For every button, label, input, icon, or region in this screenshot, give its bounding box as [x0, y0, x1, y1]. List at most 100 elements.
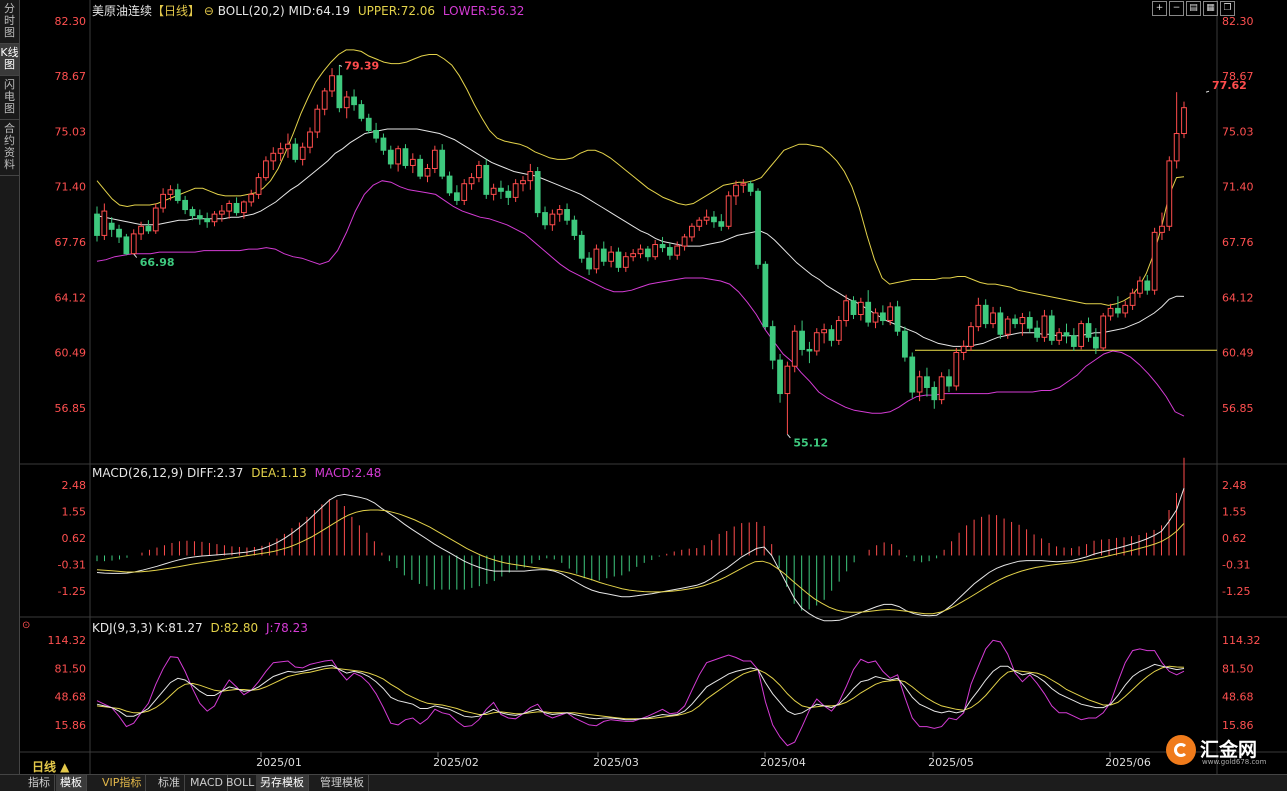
restore-icon[interactable]: ❐ — [1220, 1, 1235, 16]
bottom-tab-7[interactable]: 管理模板 — [316, 775, 369, 791]
annotation-leader — [133, 253, 138, 258]
candle-up — [549, 213, 556, 226]
candle-down — [1048, 315, 1055, 341]
candle-up — [689, 225, 695, 238]
candle-down — [534, 171, 541, 214]
candle-up — [476, 164, 482, 179]
y-tick-label-right: 48.68 — [1222, 691, 1254, 704]
candle-down — [909, 356, 916, 393]
candle-down — [196, 215, 203, 220]
candle-up — [791, 330, 798, 367]
candle-down — [755, 190, 761, 265]
period-button[interactable]: 日线 ▲ — [32, 758, 69, 775]
candle-down — [336, 75, 343, 109]
chart-toolbar: + − ▤ ▦ ❐ — [1152, 1, 1237, 20]
zoom-in-icon[interactable]: + — [1152, 1, 1167, 16]
layout-icon[interactable]: ▤ — [1186, 1, 1201, 16]
candle-up — [1181, 107, 1187, 135]
annotation-leader — [787, 433, 791, 439]
candle-up — [872, 312, 879, 323]
period-label: 【日线】 — [152, 4, 201, 18]
boll-upper-value: UPPER:72.06 — [357, 4, 436, 18]
candle-layer[interactable] — [94, 49, 1217, 435]
y-tick-label-left: 67.76 — [55, 236, 87, 249]
candle-up — [725, 195, 732, 227]
y-tick-label-left: 48.68 — [55, 691, 87, 704]
candle-up — [990, 312, 996, 325]
candle-up — [409, 158, 416, 166]
candle-up — [637, 248, 644, 255]
candle-up — [843, 300, 850, 322]
y-tick-label-right: 2.48 — [1222, 479, 1247, 492]
candle-up — [138, 225, 144, 235]
candle-up — [953, 351, 960, 387]
candle-up — [1159, 225, 1165, 233]
boll-mid-line — [96, 128, 1185, 347]
y-tick-label-left: 56.85 — [55, 402, 87, 415]
settings-icon[interactable]: ▦ — [1203, 1, 1218, 16]
candle-up — [630, 253, 637, 258]
bottom-tab-0[interactable]: 指标 — [24, 775, 55, 791]
y-tick-label-left: 15.86 — [55, 719, 87, 732]
kdj-layer[interactable] — [96, 639, 1185, 747]
kdj-name: KDJ(9,3,3) — [92, 621, 153, 635]
zoom-out-icon[interactable]: − — [1169, 1, 1184, 16]
bottom-tab-2[interactable]: VIP指标 — [98, 775, 147, 791]
kdj-header: KDJ(9,3,3) K:81.27 D:82.80 J:78.23 — [92, 621, 308, 635]
y-tick-label-left: 60.49 — [55, 347, 87, 360]
candle-down — [711, 216, 717, 223]
candle-down — [982, 304, 989, 325]
kdj-d-value: D:82.80 — [210, 621, 259, 635]
candle-down — [1092, 336, 1099, 349]
y-tick-label-left: 114.32 — [48, 634, 87, 647]
candle-up — [277, 148, 284, 154]
x-tick-label: 2025/01 — [256, 756, 302, 769]
candle-down — [402, 148, 409, 166]
y-tick-label-right: -1.25 — [1222, 585, 1250, 598]
candle-up — [593, 248, 600, 270]
candle-down — [123, 236, 130, 255]
candle-up — [1100, 315, 1107, 349]
candle-down — [644, 248, 651, 258]
y-tick-label-left: 64.12 — [55, 291, 87, 304]
candle-up — [938, 376, 945, 401]
candle-up — [255, 177, 262, 195]
annotation-label: 55.12 — [793, 436, 828, 449]
x-tick-label: 2025/02 — [433, 756, 479, 769]
bottom-tab-3[interactable]: 标准 — [154, 775, 185, 791]
candle-up — [835, 320, 842, 341]
logo-icon — [1166, 735, 1196, 765]
annotation-label: 77.62 — [1212, 79, 1247, 92]
candle-down — [600, 248, 607, 262]
candle-down — [483, 164, 490, 195]
macd-dea-line — [96, 509, 1185, 615]
target-icon[interactable]: ⊙ — [22, 620, 30, 631]
candle-down — [116, 228, 122, 238]
y-tick-label-right: 75.03 — [1222, 126, 1254, 139]
candle-down — [924, 376, 930, 388]
candle-down — [498, 187, 504, 192]
candle-up — [813, 332, 820, 352]
bottom-tab-6[interactable]: 另存模板 — [256, 775, 309, 791]
candle-up — [226, 202, 233, 212]
x-tick-label: 2025/03 — [593, 756, 639, 769]
collapse-icon[interactable]: ⊖ — [204, 4, 214, 18]
candle-down — [997, 312, 1004, 335]
candle-down — [777, 359, 783, 395]
macd-layer[interactable] — [96, 457, 1185, 622]
candle-down — [762, 263, 769, 328]
y-tick-label-left: 78.67 — [55, 70, 87, 83]
candle-up — [1122, 304, 1129, 314]
candle-up — [307, 131, 313, 148]
candle-up — [527, 171, 534, 182]
candle-up — [696, 219, 703, 227]
candle-up — [1107, 307, 1114, 317]
candle-down — [1115, 307, 1121, 314]
candle-up — [1151, 231, 1158, 291]
y-tick-label-left: -0.31 — [58, 558, 86, 571]
annotation-leader — [1205, 90, 1210, 93]
y-tick-label-left: 71.40 — [55, 181, 87, 194]
bottom-tab-5[interactable]: BOLL — [222, 775, 260, 791]
y-tick-label-right: 71.40 — [1222, 181, 1254, 194]
bottom-tab-1[interactable]: 模板 — [56, 775, 87, 791]
